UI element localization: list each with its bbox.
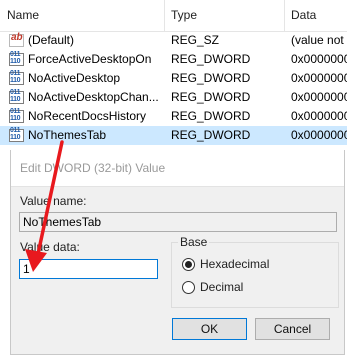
column-header-data[interactable]: Data bbox=[284, 0, 347, 31]
base-group: Base Hexadecimal Decimal bbox=[171, 235, 339, 308]
value-data: 0x00000000 bbox=[291, 128, 347, 142]
dialog-title: Edit DWORD (32-bit) Value bbox=[20, 161, 166, 175]
value-name-label: Value name: bbox=[20, 194, 87, 208]
table-row[interactable]: 011 110 ForceActiveDesktopOn REG_DWORD 0x… bbox=[0, 50, 347, 69]
value-data: 0x00000000 bbox=[291, 109, 347, 123]
dword-value-icon: 011 110 bbox=[9, 51, 24, 66]
dword-value-icon: 011 110 bbox=[9, 70, 24, 85]
dword-value-icon: 011 110 bbox=[9, 89, 24, 104]
table-row[interactable]: 011 110 NoActiveDesktop REG_DWORD 0x00000… bbox=[0, 69, 347, 88]
dialog-title-bar[interactable]: Edit DWORD (32-bit) Value bbox=[11, 150, 344, 187]
table-row[interactable]: 011 110 NoRecentDocsHistory REG_DWORD 0x0… bbox=[0, 107, 347, 126]
value-type: REG_DWORD bbox=[171, 109, 251, 123]
dword-value-icon: 011 110 bbox=[9, 127, 24, 142]
value-name: NoRecentDocsHistory bbox=[28, 109, 147, 123]
column-header-name[interactable]: Name bbox=[0, 0, 165, 31]
hexadecimal-radio[interactable] bbox=[182, 258, 195, 271]
value-data-label: Value data: bbox=[20, 240, 80, 254]
table-row-selected[interactable]: 011110 NoThemesTab REG_DWORD 0x00000000 bbox=[0, 126, 347, 145]
value-name: NoActiveDesktopChan... bbox=[28, 90, 159, 104]
value-type: REG_SZ bbox=[171, 33, 220, 47]
registry-values-list: Name Type Data ab (Default) REG_SZ (valu… bbox=[0, 0, 347, 150]
value-data: (value not bbox=[291, 33, 344, 47]
edit-dword-dialog: Edit DWORD (32-bit) Value Value name: No… bbox=[10, 150, 345, 355]
ok-button[interactable]: OK bbox=[172, 318, 247, 340]
decimal-radio[interactable] bbox=[182, 281, 195, 294]
table-row[interactable]: ab (Default) REG_SZ (value not bbox=[0, 31, 347, 50]
value-type: REG_DWORD bbox=[171, 128, 251, 142]
string-value-icon: ab bbox=[9, 32, 24, 47]
value-name: ForceActiveDesktopOn bbox=[28, 52, 152, 66]
value-type: REG_DWORD bbox=[171, 90, 251, 104]
base-group-label: Base bbox=[178, 235, 210, 249]
list-header: Name Type Data bbox=[0, 0, 347, 32]
table-row[interactable]: 011 110 NoActiveDesktopChan... REG_DWORD … bbox=[0, 88, 347, 107]
value-name-field: NoThemesTab bbox=[19, 212, 337, 232]
value-data: 0x00000001 bbox=[291, 71, 347, 85]
value-type: REG_DWORD bbox=[171, 52, 251, 66]
value-name: NoActiveDesktop bbox=[28, 71, 121, 85]
value-name: (Default) bbox=[28, 33, 75, 47]
value-data-input[interactable]: 1 bbox=[19, 259, 158, 279]
value-data: 0x00000001 bbox=[291, 90, 347, 104]
cancel-button[interactable]: Cancel bbox=[255, 318, 330, 340]
value-type: REG_DWORD bbox=[171, 71, 251, 85]
value-name: NoThemesTab bbox=[28, 128, 107, 142]
hexadecimal-radio-label[interactable]: Hexadecimal bbox=[200, 257, 269, 271]
column-header-type[interactable]: Type bbox=[164, 0, 287, 31]
decimal-radio-label[interactable]: Decimal bbox=[200, 280, 243, 294]
dword-value-icon: 011 110 bbox=[9, 108, 24, 123]
value-data: 0x00000000 bbox=[291, 52, 347, 66]
